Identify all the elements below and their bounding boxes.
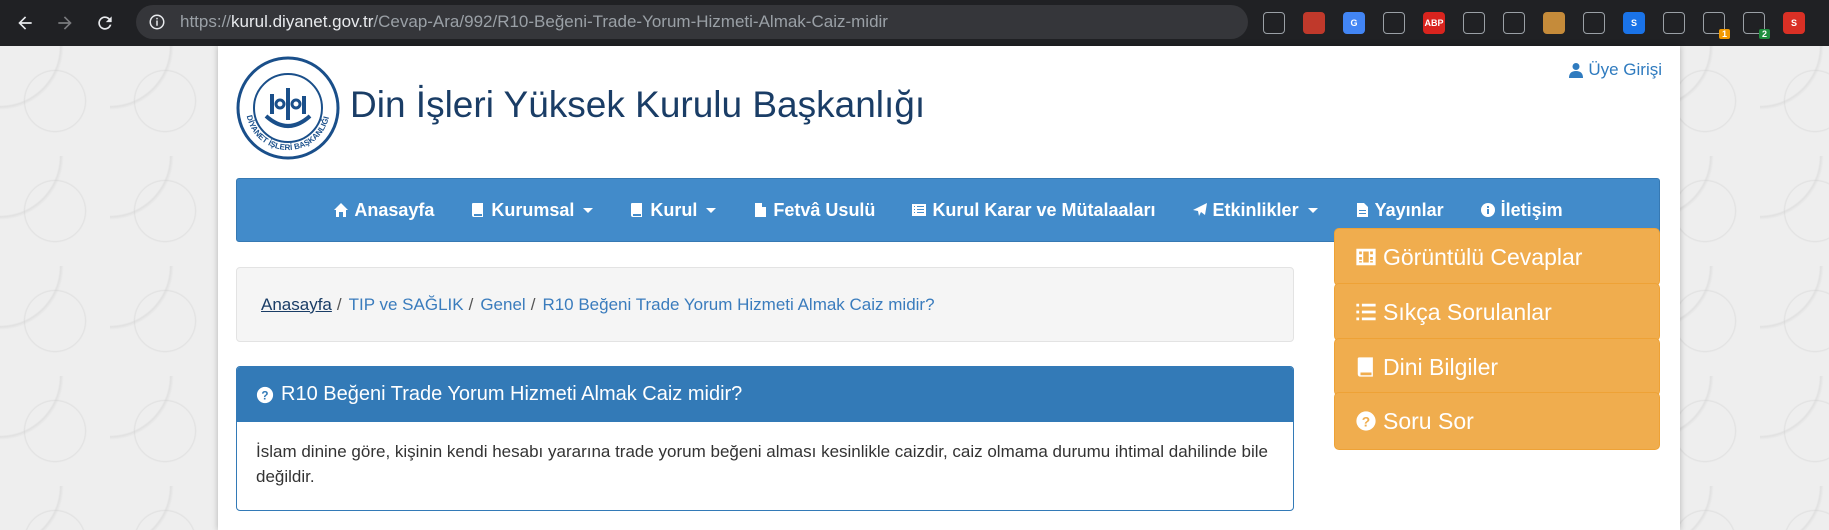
sidebar-button-label: Sıkça Sorulanlar bbox=[1383, 298, 1552, 325]
book-icon bbox=[631, 203, 643, 217]
nav-item-label: Kurul bbox=[650, 199, 698, 220]
reload-icon bbox=[98, 16, 112, 30]
url-text[interactable]: https://kurul.diyanet.gov.tr/Cevap-Ara/9… bbox=[180, 12, 888, 32]
nav-item-label: Kurumsal bbox=[491, 199, 575, 220]
breadcrumb-separator: / bbox=[336, 294, 342, 314]
nav-item-kurul[interactable]: Kurul bbox=[611, 200, 734, 221]
home-icon bbox=[334, 203, 349, 217]
nav-item-yay-nlar[interactable]: Yayınlar bbox=[1336, 200, 1462, 221]
nav-item-i-leti-im[interactable]: İletişim bbox=[1462, 200, 1581, 221]
caret-down-icon bbox=[706, 207, 717, 213]
question-header: ? R10 Beğeni Trade Yorum Hizmeti Almak C… bbox=[237, 367, 1293, 422]
s-circle-icon[interactable]: S bbox=[1623, 12, 1645, 34]
breadcrumb-home[interactable]: Anasayfa bbox=[261, 295, 332, 315]
nav-item-label: Yayınlar bbox=[1374, 199, 1444, 220]
arrow-right-icon bbox=[58, 16, 72, 30]
nav-item-etkinlikler[interactable]: Etkinlikler bbox=[1174, 200, 1336, 221]
send-icon bbox=[1192, 203, 1207, 216]
sidebar-button-label: Görüntülü Cevaplar bbox=[1383, 243, 1583, 270]
nav-item-anasayfa[interactable]: Anasayfa bbox=[315, 200, 452, 221]
url-prefix: https:// bbox=[180, 12, 232, 31]
nav-item-kurul-karar-ve-m-talaalar-[interactable]: Kurul Karar ve Mütalaaları bbox=[893, 200, 1173, 221]
arrow-left-icon bbox=[18, 16, 32, 30]
file-icon bbox=[755, 203, 767, 217]
email-icon[interactable] bbox=[1663, 12, 1685, 34]
nav-item-label: Fetvâ Usulü bbox=[773, 199, 876, 220]
breadcrumb-category[interactable]: TIP ve SAĞLIK bbox=[349, 295, 464, 315]
book-icon bbox=[1357, 357, 1373, 377]
login-label: Üye Girişi bbox=[1588, 60, 1662, 79]
svg-text:?: ? bbox=[1362, 415, 1370, 430]
nav-item-label: İletişim bbox=[1500, 199, 1563, 220]
nav-item-label: Kurul Karar ve Mütalaaları bbox=[932, 199, 1156, 220]
svg-text:?: ? bbox=[261, 389, 268, 402]
caret-down-icon bbox=[583, 207, 594, 213]
s-red-icon[interactable]: S bbox=[1783, 12, 1805, 34]
extension-badge: 1 bbox=[1718, 29, 1730, 39]
phone-icon[interactable]: 2 bbox=[1743, 12, 1770, 39]
site-title[interactable]: Din İşleri Yüksek Kurulu Başkanlığı bbox=[350, 84, 925, 126]
extension-toolbar: G ABP S 1 2 S bbox=[1263, 0, 1823, 46]
url-host: kurul.diyanet.gov.tr bbox=[231, 12, 374, 31]
sidebar-button-1[interactable]: Sıkça Sorulanlar bbox=[1334, 283, 1660, 341]
adblock-plus-icon[interactable]: ABP bbox=[1423, 12, 1445, 34]
url-path: /Cevap-Ara/992/R10-Beğeni-Trade-Yorum-Hi… bbox=[373, 12, 888, 31]
question-title: R10 Beğeni Trade Yorum Hizmeti Almak Cai… bbox=[281, 383, 743, 405]
file-pdf-icon bbox=[1356, 203, 1368, 217]
question-circle-icon: ? bbox=[256, 386, 274, 403]
scissors-icon[interactable] bbox=[1583, 12, 1605, 34]
download-icon[interactable] bbox=[1383, 12, 1405, 34]
breadcrumb-subcategory[interactable]: Genel bbox=[480, 295, 525, 315]
book-icon bbox=[472, 203, 484, 217]
cookie-icon[interactable] bbox=[1543, 12, 1565, 34]
info-icon bbox=[1480, 203, 1495, 217]
nav-item-kurumsal[interactable]: Kurumsal bbox=[452, 200, 611, 221]
extension-label: ABP bbox=[1424, 18, 1444, 28]
ghostery-icon[interactable] bbox=[1263, 12, 1285, 34]
page-container: DİYANET İŞLERİ BAŞKANLIĞI Din İşleri Yük… bbox=[218, 46, 1680, 530]
back-button[interactable] bbox=[10, 8, 40, 38]
breadcrumb-separator: / bbox=[468, 294, 474, 314]
glasses-icon[interactable] bbox=[1463, 12, 1485, 34]
site-info-icon[interactable] bbox=[148, 13, 166, 31]
paw-icon[interactable]: 1 bbox=[1703, 12, 1730, 39]
answer-text: İslam dinine göre, kişinin kendi hesabı … bbox=[256, 442, 1268, 486]
address-bar[interactable]: https://kurul.diyanet.gov.tr/Cevap-Ara/9… bbox=[136, 5, 1248, 39]
google-translate-icon[interactable]: G bbox=[1343, 12, 1365, 34]
breadcrumb: Anasayfa / TIP ve SAĞLIK / Genel / R10 Beğe… bbox=[236, 267, 1294, 342]
question-circle-icon: ? bbox=[1356, 411, 1376, 431]
film-icon bbox=[1356, 248, 1376, 266]
caret-down-icon bbox=[1307, 207, 1318, 213]
user-icon bbox=[1569, 63, 1584, 78]
extension-label: S bbox=[1630, 18, 1637, 28]
sidebar-button-2[interactable]: Dini Bilgiler bbox=[1334, 338, 1660, 396]
diyanet-logo[interactable]: DİYANET İŞLERİ BAŞKANLIĞI bbox=[236, 56, 340, 160]
nav-item-label: Etkinlikler bbox=[1212, 199, 1299, 220]
extension-label: G bbox=[1350, 18, 1358, 28]
sidebar-button-3[interactable]: ? Soru Sor bbox=[1334, 392, 1660, 450]
nav-item-fetv-usul-[interactable]: Fetvâ Usulü bbox=[734, 200, 893, 221]
forward-button[interactable] bbox=[50, 8, 80, 38]
breadcrumb-separator: / bbox=[530, 294, 536, 314]
breadcrumb-current[interactable]: R10 Beğeni Trade Yorum Hizmeti Almak Cai… bbox=[542, 295, 934, 315]
nav-item-label: Anasayfa bbox=[354, 199, 435, 220]
login-link[interactable]: Üye Girişi bbox=[1568, 60, 1662, 80]
sidebar-button-0[interactable]: Görüntülü Cevaplar bbox=[1334, 228, 1660, 286]
reload-button[interactable] bbox=[90, 8, 120, 38]
sidebar-button-label: Soru Sor bbox=[1383, 407, 1474, 434]
sidebar-button-label: Dini Bilgiler bbox=[1383, 353, 1499, 380]
question-panel: ? R10 Beğeni Trade Yorum Hizmeti Almak C… bbox=[236, 366, 1294, 511]
list-alt-icon bbox=[912, 204, 927, 216]
extension-label: S bbox=[1790, 18, 1797, 28]
extension-badge: 2 bbox=[1758, 29, 1770, 39]
coffee-icon[interactable] bbox=[1503, 12, 1525, 34]
list-icon bbox=[1356, 303, 1376, 321]
pdf-icon[interactable] bbox=[1303, 12, 1325, 34]
browser-toolbar: https://kurul.diyanet.gov.tr/Cevap-Ara/9… bbox=[0, 0, 1829, 46]
